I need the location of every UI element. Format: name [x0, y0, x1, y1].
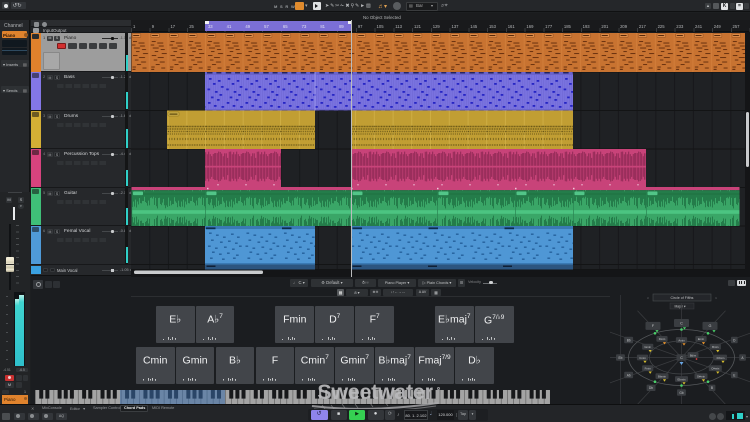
- svg-text:Bb: Bb: [627, 338, 631, 342]
- svg-text:G: G: [709, 324, 712, 328]
- svg-text:Major ▾: Major ▾: [674, 305, 685, 309]
- svg-text:Bmin: Bmin: [712, 345, 719, 349]
- svg-text:E: E: [733, 373, 735, 377]
- svg-text:C: C: [680, 321, 683, 325]
- svg-text:Eb: Eb: [619, 356, 623, 360]
- svg-text:Dmin: Dmin: [659, 337, 666, 341]
- svg-text:C#min: C#min: [711, 367, 720, 371]
- svg-text:Bbmin: Bbmin: [658, 374, 666, 378]
- svg-text:C: C: [680, 356, 683, 360]
- svg-text:Amin: Amin: [678, 338, 685, 342]
- svg-text:G#min: G#min: [697, 374, 706, 378]
- svg-text:Emin: Emin: [698, 337, 705, 341]
- svg-text:Gmin: Gmin: [644, 345, 651, 349]
- svg-text:Bdim: Bdim: [690, 353, 697, 357]
- svg-text:Fmin: Fmin: [645, 367, 652, 371]
- svg-text:Cmin: Cmin: [639, 356, 646, 360]
- svg-text:Circle of Fifths: Circle of Fifths: [671, 296, 694, 300]
- svg-text:Ab: Ab: [627, 373, 631, 377]
- svg-text:F#min: F#min: [717, 356, 725, 360]
